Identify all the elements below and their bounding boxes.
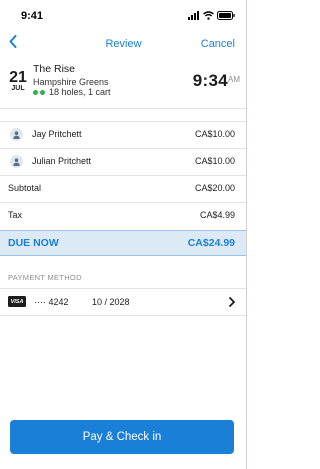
tee-time: 9:34 bbox=[192, 71, 228, 90]
player-row: Jay Pritchett CA$10.00 bbox=[0, 121, 247, 148]
course-name: The Rise bbox=[33, 63, 76, 75]
due-now-row: DUE NOW CA$24.99 bbox=[0, 230, 247, 256]
course-subtitle: Hampshire Greens bbox=[33, 77, 109, 87]
booking-details-text: 18 holes, 1 cart bbox=[49, 87, 111, 97]
booking-details: 18 holes, 1 cart bbox=[33, 87, 111, 97]
subtotal-amount: CA$20.00 bbox=[194, 183, 235, 193]
player-row: Julian Pritchett CA$10.00 bbox=[0, 148, 247, 175]
due-now-amount: CA$24.99 bbox=[187, 237, 235, 249]
nav-bar: Review Cancel bbox=[0, 32, 247, 58]
divider bbox=[0, 108, 247, 109]
due-now-label: DUE NOW bbox=[8, 237, 59, 249]
tax-label: Tax bbox=[8, 210, 23, 220]
status-bar: 9:41 bbox=[0, 0, 247, 32]
player-amount: CA$10.00 bbox=[194, 129, 235, 139]
battery-icon bbox=[217, 7, 235, 25]
card-expiry: 10 / 2028 bbox=[92, 297, 130, 307]
person-icon bbox=[10, 155, 23, 168]
status-time: 9:41 bbox=[21, 10, 44, 22]
player-amount: CA$10.00 bbox=[194, 156, 235, 166]
tee-time-ampm: AM bbox=[228, 75, 240, 84]
person-icon bbox=[10, 128, 23, 141]
subtotal-row: Subtotal CA$20.00 bbox=[0, 175, 247, 202]
signal-icon bbox=[188, 7, 200, 25]
subtotal-label: Subtotal bbox=[8, 183, 42, 193]
booking-month: JUL bbox=[11, 85, 25, 92]
screen-edge bbox=[246, 0, 247, 469]
payment-method-header: PAYMENT METHOD bbox=[8, 273, 82, 282]
booking-day: 21 bbox=[9, 69, 27, 86]
wifi-icon bbox=[203, 7, 214, 25]
payment-method-row[interactable]: VISA ···· 4242 10 / 2028 bbox=[0, 289, 247, 315]
chevron-right-icon bbox=[227, 296, 237, 308]
player-name: Julian Pritchett bbox=[32, 156, 92, 166]
player-name: Jay Pritchett bbox=[32, 129, 82, 139]
divider bbox=[0, 315, 247, 316]
status-dots-icon bbox=[33, 89, 45, 95]
review-screen: 9:41 Review Cancel 21 JUL The Rise Hamps… bbox=[0, 0, 247, 469]
booking-summary: 21 JUL The Rise Hampshire Greens 18 hole… bbox=[0, 58, 247, 108]
visa-card-icon: VISA bbox=[8, 296, 26, 307]
pay-and-check-in-button[interactable]: Pay & Check in bbox=[10, 420, 234, 454]
tax-row: Tax CA$4.99 bbox=[0, 202, 247, 229]
cancel-button[interactable]: Cancel bbox=[201, 38, 235, 50]
status-icons bbox=[188, 10, 235, 22]
tax-amount: CA$4.99 bbox=[199, 210, 235, 220]
card-number: ···· 4242 bbox=[34, 297, 69, 307]
